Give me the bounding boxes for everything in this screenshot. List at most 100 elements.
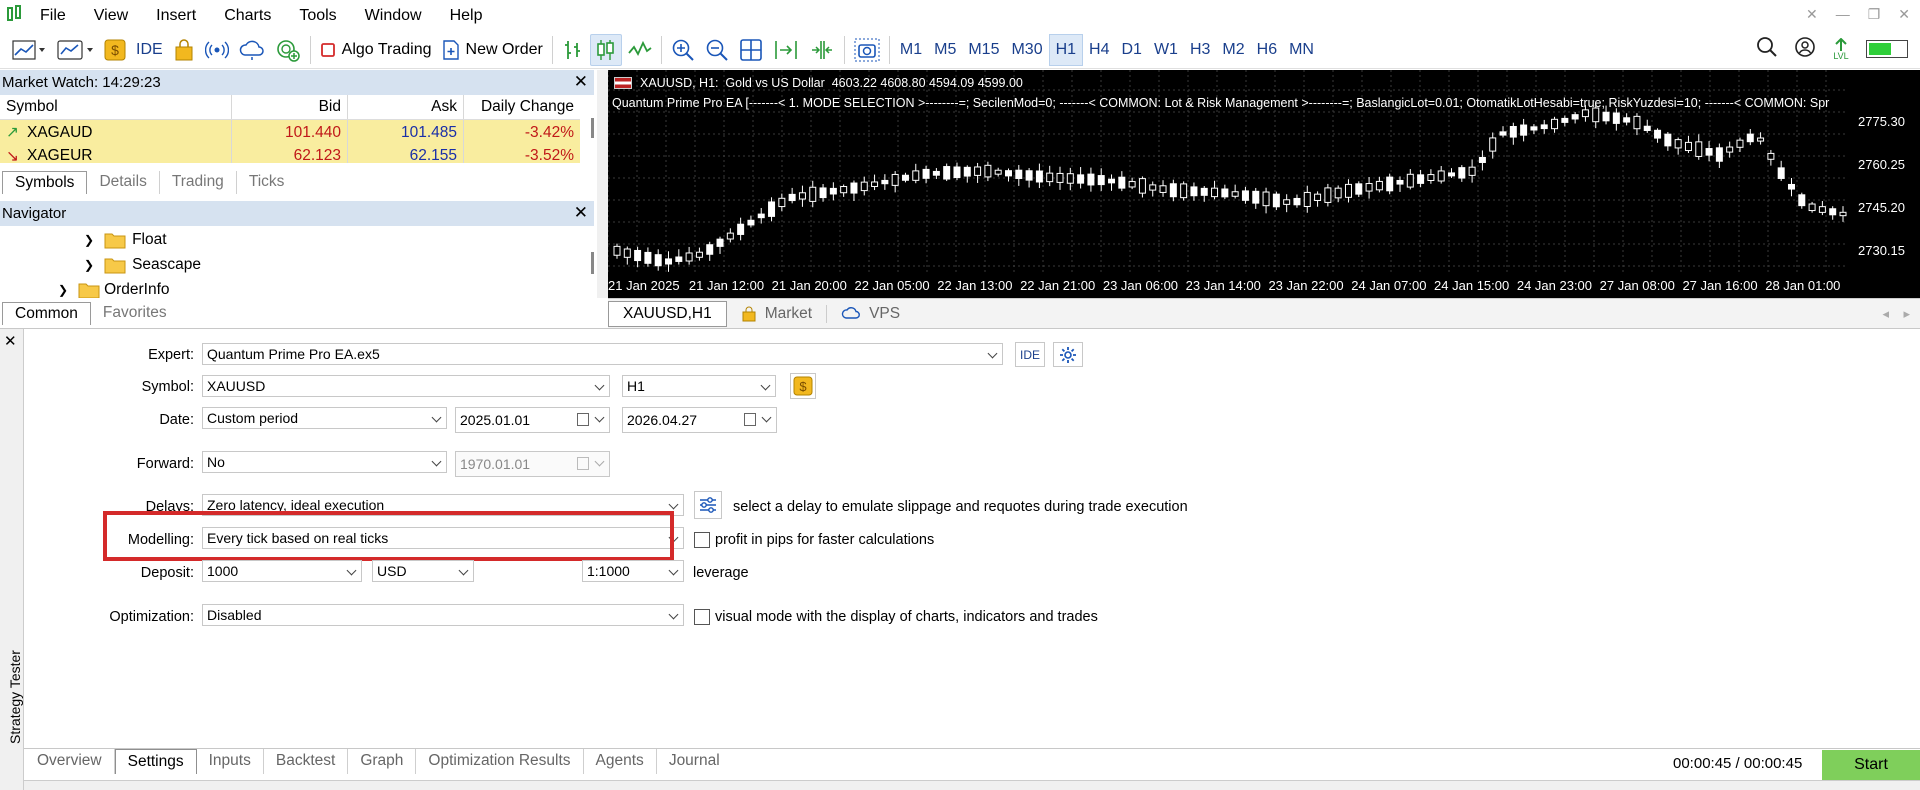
account-icon[interactable] xyxy=(1794,36,1816,62)
search-icon[interactable] xyxy=(1756,36,1778,62)
timeframe-d1[interactable]: D1 xyxy=(1116,34,1148,66)
column-daily-change[interactable]: Daily Change xyxy=(464,95,580,119)
tab-journal[interactable]: Journal xyxy=(657,749,732,774)
symbol-spec-dollar-icon[interactable]: $ xyxy=(790,373,816,399)
tab-optimization-results[interactable]: Optimization Results xyxy=(416,749,584,774)
tree-item-seascape[interactable]: ❯ Seascape xyxy=(84,256,201,274)
profit-in-pips-checkbox[interactable] xyxy=(694,532,710,548)
close-tester-icon[interactable]: ✕ xyxy=(4,332,17,350)
deposit-select[interactable]: 1000 xyxy=(202,560,362,582)
ide-button[interactable]: IDE xyxy=(1015,342,1045,367)
timeframe-h6[interactable]: H6 xyxy=(1251,34,1283,66)
date-mode-select[interactable]: Custom period xyxy=(202,407,447,429)
menu-insert[interactable]: Insert xyxy=(142,7,210,25)
menu-charts[interactable]: Charts xyxy=(210,7,285,25)
vps-cloud-icon[interactable] xyxy=(235,34,269,66)
optimization-select[interactable]: Disabled xyxy=(202,604,684,626)
timeframe-h3[interactable]: H3 xyxy=(1184,34,1216,66)
price-chart[interactable]: XAUUSD, H1: Gold vs US Dollar 4603.22 46… xyxy=(608,70,1920,298)
candlestick-icon[interactable] xyxy=(589,33,622,66)
signals-icon[interactable] xyxy=(201,34,233,66)
zoom-in-icon[interactable] xyxy=(667,34,699,66)
timeframe-m30[interactable]: M30 xyxy=(1005,34,1048,66)
splitter[interactable] xyxy=(597,70,608,298)
tab-settings[interactable]: Settings xyxy=(114,749,197,774)
navigator-scrollbar[interactable] xyxy=(591,252,594,274)
menu-view[interactable]: View xyxy=(80,7,142,25)
ide-button[interactable]: IDE xyxy=(132,34,167,66)
settings-gear-icon[interactable] xyxy=(1053,342,1083,367)
column-bid[interactable]: Bid xyxy=(232,95,348,119)
column-ask[interactable]: Ask xyxy=(348,95,464,119)
chart-shift-icon[interactable] xyxy=(769,34,803,66)
tab-inputs[interactable]: Inputs xyxy=(197,749,264,774)
visual-mode-checkbox[interactable] xyxy=(694,609,710,625)
timeframe-m2[interactable]: M2 xyxy=(1216,34,1250,66)
screenshot-icon[interactable] xyxy=(850,34,884,66)
timeframe-m1[interactable]: M1 xyxy=(894,34,928,66)
table-row[interactable]: ↗ XAGAUD 101.440 101.485 -3.42% xyxy=(0,120,580,145)
timeframe-h1[interactable]: H1 xyxy=(1048,33,1084,66)
tab-vps[interactable]: VPS xyxy=(827,305,914,323)
tab-common[interactable]: Common xyxy=(2,302,91,325)
start-button[interactable]: Start xyxy=(1822,750,1920,780)
date-to-picker[interactable]: 2026.04.27 xyxy=(622,407,777,433)
line-chart-dropdown[interactable] xyxy=(8,34,50,66)
timeframe-m15[interactable]: M15 xyxy=(962,34,1005,66)
timeframe-mn[interactable]: MN xyxy=(1283,34,1320,66)
tab-trading[interactable]: Trading xyxy=(160,171,237,194)
timeframe-w1[interactable]: W1 xyxy=(1148,34,1184,66)
auto-scroll-icon[interactable] xyxy=(805,34,839,66)
market-watch-scrollbar[interactable] xyxy=(591,118,594,138)
period-select[interactable]: H1 xyxy=(622,375,776,397)
menu-window[interactable]: Window xyxy=(351,7,436,25)
line-icon[interactable] xyxy=(624,34,656,66)
chart-templates-dropdown[interactable] xyxy=(52,34,98,66)
close-icon[interactable]: ✕ xyxy=(1898,6,1910,23)
tile-windows-icon[interactable] xyxy=(735,34,767,66)
symbol-select[interactable]: XAUUSD xyxy=(202,375,610,397)
column-symbol[interactable]: Symbol xyxy=(0,95,232,119)
tree-item-float[interactable]: ❯ Float xyxy=(84,231,167,249)
restore-icon[interactable]: ❐ xyxy=(1868,6,1881,23)
table-row[interactable]: ↘ XAGEUR 62.123 62.155 -3.52% xyxy=(0,145,580,163)
tab-graph[interactable]: Graph xyxy=(348,749,417,774)
close-navigator-icon[interactable]: ✕ xyxy=(574,203,588,223)
close-market-watch-icon[interactable]: ✕ xyxy=(574,72,588,92)
connection-status-bar[interactable] xyxy=(1866,40,1908,58)
market-bag-icon[interactable] xyxy=(169,34,199,66)
delay-settings-sliders-icon[interactable] xyxy=(694,491,722,519)
currency-select[interactable]: USD xyxy=(372,560,474,582)
dollar-icon[interactable]: $ xyxy=(100,34,130,66)
date-from-picker[interactable]: 2025.01.01 xyxy=(455,407,610,433)
tree-item-orderinfo[interactable]: ❯ OrderInfo xyxy=(58,281,170,298)
candle xyxy=(1612,112,1620,124)
new-order-button[interactable]: New Order xyxy=(438,34,547,66)
tab-details[interactable]: Details xyxy=(87,171,160,194)
menu-file[interactable]: File xyxy=(26,7,80,25)
forward-select[interactable]: No xyxy=(202,451,447,473)
tab-agents[interactable]: Agents xyxy=(584,749,657,774)
timeframe-h4[interactable]: H4 xyxy=(1083,34,1115,66)
minimize-icon[interactable]: — xyxy=(1836,6,1850,23)
add-cloud-icon[interactable] xyxy=(271,34,305,66)
tab-overview[interactable]: Overview xyxy=(25,749,115,774)
menu-tools[interactable]: Tools xyxy=(285,7,350,25)
expert-select[interactable]: Quantum Prime Pro EA.ex5 xyxy=(202,343,1003,365)
menu-help[interactable]: Help xyxy=(436,7,497,25)
leverage-select[interactable]: 1:1000 xyxy=(582,560,684,582)
tab-favorites[interactable]: Favorites xyxy=(91,302,179,325)
tab-scroll-arrows[interactable]: ◂ ▸ xyxy=(1883,306,1911,322)
zoom-out-icon[interactable] xyxy=(701,34,733,66)
dock-icon[interactable]: ✕ xyxy=(1806,6,1818,23)
tab-backtest[interactable]: Backtest xyxy=(264,749,349,774)
tab-chart-xauusd[interactable]: XAUUSD,H1 xyxy=(608,300,727,327)
tab-symbols[interactable]: Symbols xyxy=(2,171,88,194)
tab-ticks[interactable]: Ticks xyxy=(237,171,297,194)
forward-date-picker[interactable]: 1970.01.01 xyxy=(455,451,610,477)
timeframe-m5[interactable]: M5 xyxy=(928,34,962,66)
algo-trading-button[interactable]: Algo Trading xyxy=(316,34,436,66)
tab-market[interactable]: Market xyxy=(727,304,828,323)
bar-chart-icon[interactable] xyxy=(558,34,588,66)
level-icon[interactable]: LVL xyxy=(1832,37,1850,61)
